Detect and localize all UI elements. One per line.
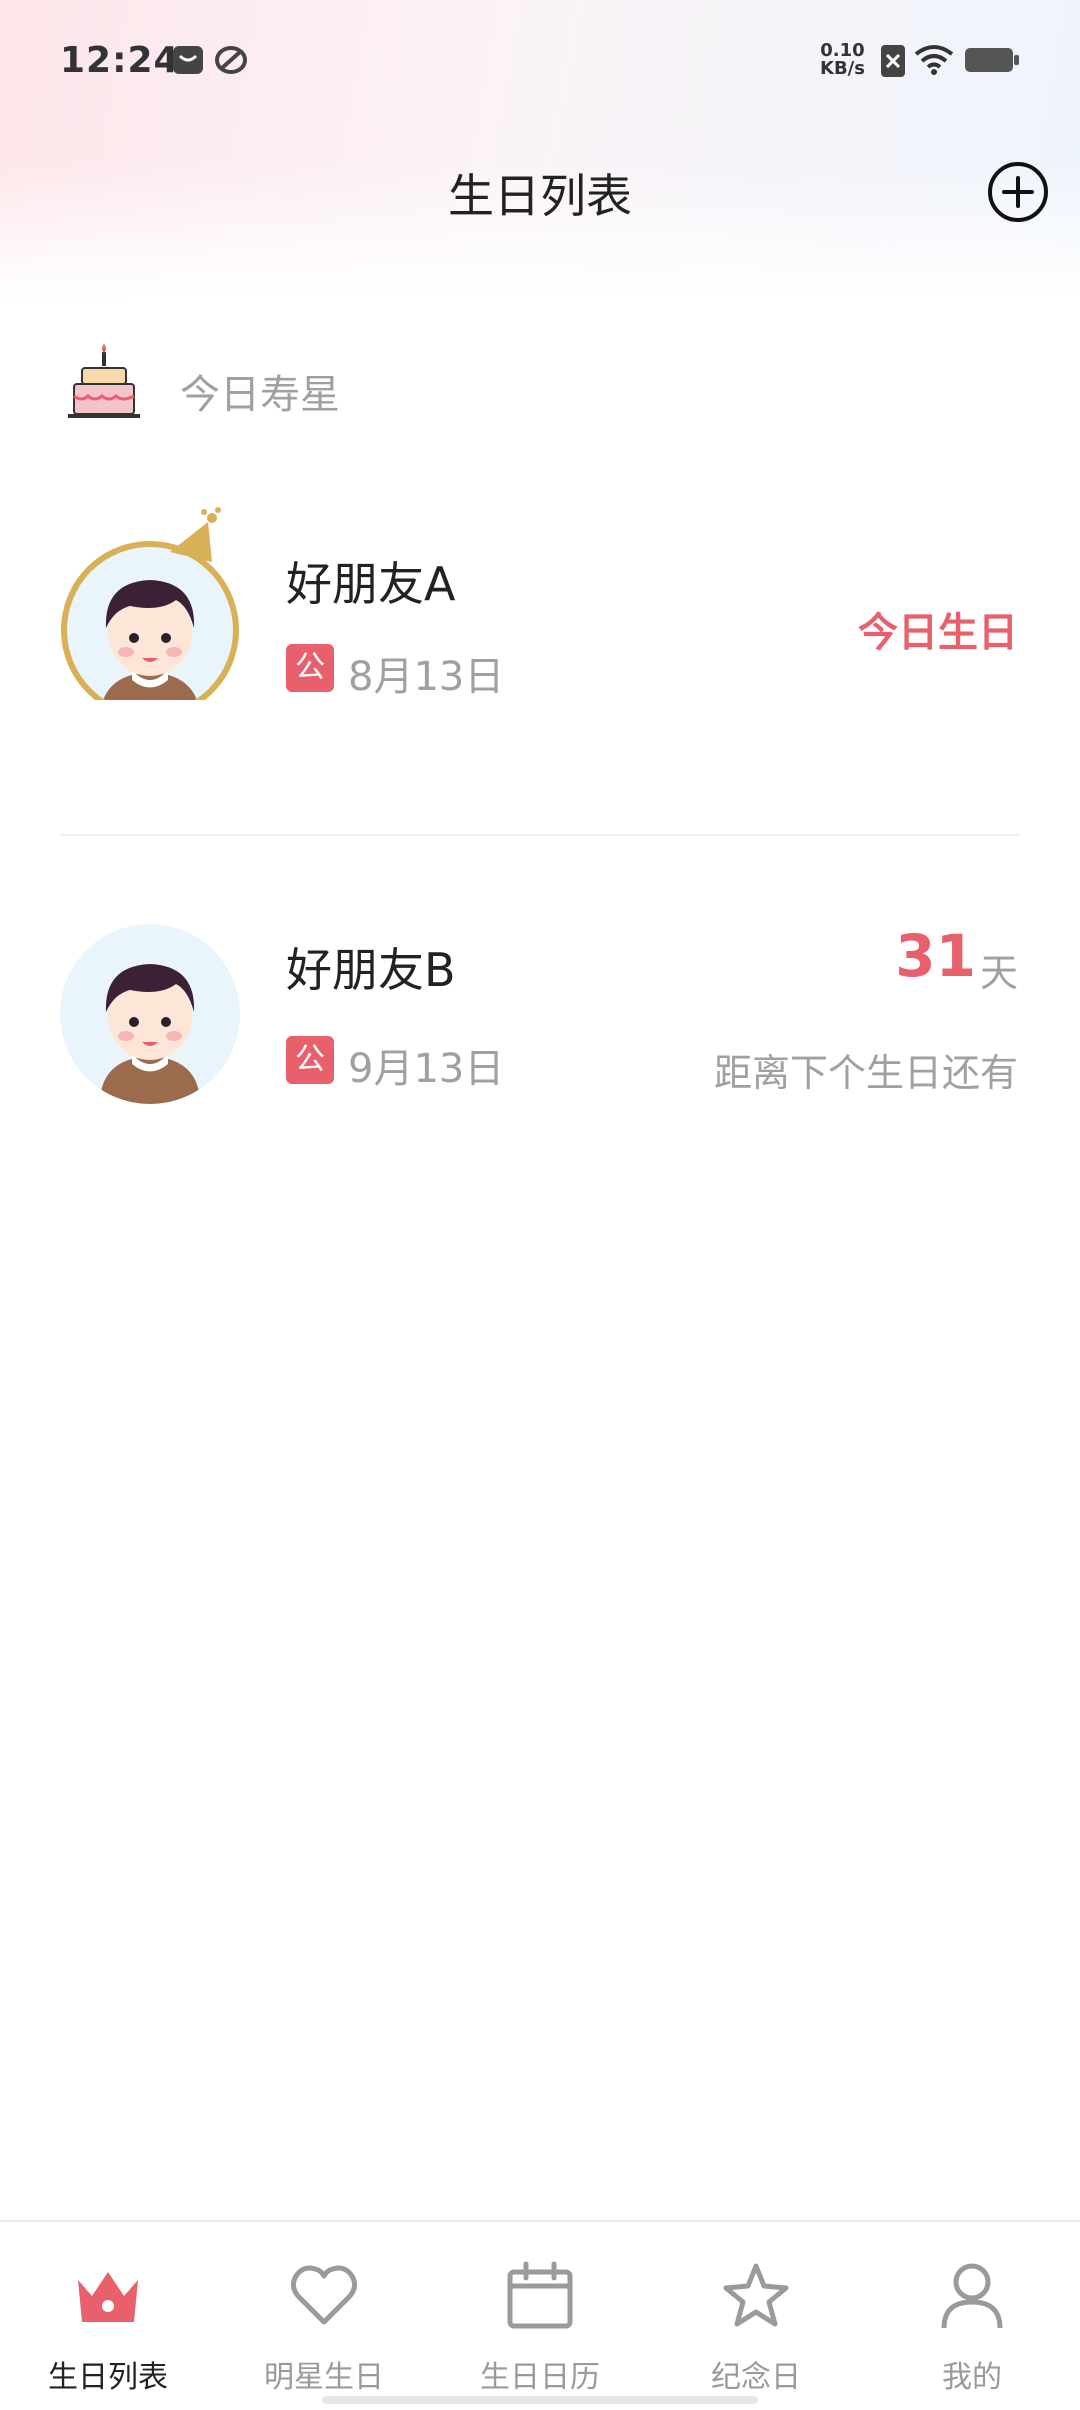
heart-icon xyxy=(290,2265,358,2325)
net-speed-unit: KB/s xyxy=(820,58,865,79)
friend-name: 好朋友B xyxy=(286,943,456,997)
plus-circle-icon xyxy=(988,162,1048,222)
birthday-date: 9月13日 xyxy=(348,1046,505,1092)
bottom-navigation: 生日列表 明星生日 生日日历 纪念日 我的 xyxy=(0,2220,1080,2410)
calendar-type-badge: 公 xyxy=(286,1036,334,1084)
nav-label: 生日日历 xyxy=(480,2360,600,2395)
nav-label: 生日列表 xyxy=(48,2360,168,2395)
today-section-label: 今日寿星 xyxy=(180,372,340,418)
today-birthday-section: 今日寿星 xyxy=(60,340,1020,430)
status-bar: 12:24 0.10 KB/s xyxy=(0,0,1080,128)
calendar-type-badge: 公 xyxy=(286,644,334,692)
crown-icon xyxy=(78,2272,138,2322)
add-birthday-button[interactable] xyxy=(986,160,1050,224)
birthday-row-a[interactable]: 好朋友A 公 8月13日 今日生日 xyxy=(0,507,1080,740)
avatar xyxy=(60,924,240,1104)
nav-tab-anniversary[interactable]: 纪念日 xyxy=(648,2222,864,2395)
mail-icon xyxy=(172,44,204,80)
birthday-row-b[interactable]: 好朋友B 公 9月13日 31 天 距离下个生日还有 xyxy=(0,922,1080,1144)
calendar-icon xyxy=(507,2261,573,2329)
page-title: 生日列表 xyxy=(448,169,632,223)
days-unit: 天 xyxy=(979,951,1018,995)
app-icon xyxy=(214,44,248,80)
avatar xyxy=(60,507,240,720)
nav-tab-birthday-calendar[interactable]: 生日日历 xyxy=(432,2222,648,2395)
cake-icon xyxy=(68,344,140,428)
user-icon xyxy=(941,2263,1003,2329)
sim-off-icon xyxy=(880,44,906,82)
battery-icon xyxy=(964,44,1020,80)
nav-label: 我的 xyxy=(942,2360,1002,2395)
days-until-birthday: 31 xyxy=(895,922,976,990)
divider xyxy=(60,834,1020,836)
star-icon xyxy=(723,2263,789,2327)
nav-tab-birthday-list[interactable]: 生日列表 xyxy=(0,2222,216,2395)
birthday-date: 8月13日 xyxy=(348,654,505,700)
nav-label: 纪念日 xyxy=(711,2360,801,2395)
today-birthday-tag: 今日生日 xyxy=(858,610,1018,656)
friend-name: 好朋友A xyxy=(286,557,456,611)
nav-tab-celebrity-birthdays[interactable]: 明星生日 xyxy=(216,2222,432,2395)
nav-tab-profile[interactable]: 我的 xyxy=(864,2222,1080,2395)
countdown-label: 距离下个生日还有 xyxy=(713,1051,1018,1095)
status-time: 12:24 xyxy=(60,40,180,81)
net-speed: 0.10 KB/s xyxy=(820,42,865,78)
nav-label: 明星生日 xyxy=(264,2360,384,2395)
wifi-icon xyxy=(914,44,954,80)
home-indicator[interactable] xyxy=(322,2396,758,2404)
